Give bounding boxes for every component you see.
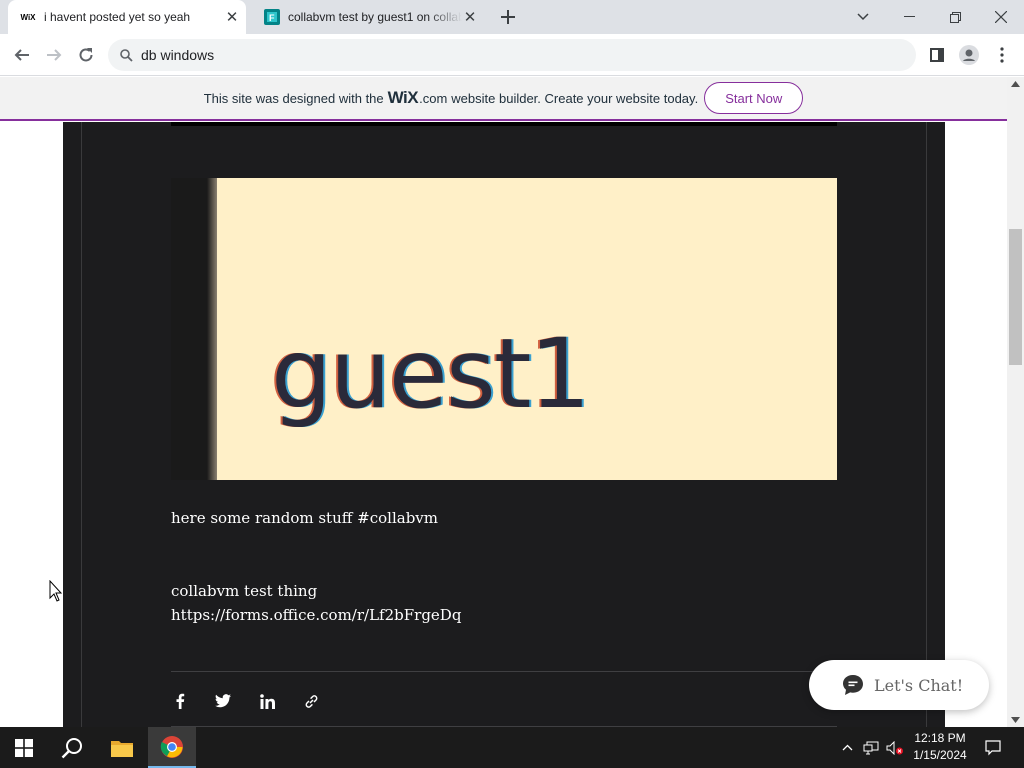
address-bar-text: db windows bbox=[141, 47, 215, 63]
kebab-menu-icon bbox=[1000, 47, 1004, 63]
scroll-up-icon bbox=[1011, 81, 1020, 87]
clock-date: 1/15/2024 bbox=[913, 748, 967, 762]
taskbar-clock[interactable]: 12:18 PM 1/15/2024 bbox=[906, 730, 974, 764]
start-button[interactable] bbox=[0, 727, 48, 768]
reload-icon bbox=[79, 48, 93, 62]
wix-banner-text-before: This site was designed with the bbox=[203, 90, 384, 106]
action-center-button[interactable] bbox=[978, 727, 1008, 768]
twitter-icon[interactable] bbox=[213, 691, 233, 711]
plus-icon bbox=[501, 10, 515, 24]
tab-title: i havent posted yet so yeah bbox=[44, 10, 191, 24]
post-image[interactable]: guest1 bbox=[171, 178, 837, 480]
close-window-button[interactable] bbox=[978, 0, 1024, 34]
reload-button[interactable] bbox=[70, 39, 102, 71]
chat-label: Let's Chat! bbox=[874, 675, 964, 695]
folder-icon bbox=[111, 740, 133, 757]
wix-banner-text-after: website builder. Create your website tod… bbox=[451, 90, 699, 106]
facebook-icon[interactable] bbox=[170, 691, 190, 711]
back-arrow-icon bbox=[14, 49, 29, 61]
windows-logo-icon bbox=[15, 738, 33, 757]
new-tab-button[interactable] bbox=[486, 0, 530, 34]
volume-muted-icon bbox=[886, 740, 903, 755]
back-button[interactable] bbox=[6, 39, 38, 71]
page-scrollbar[interactable] bbox=[1007, 77, 1024, 727]
minimize-icon bbox=[903, 16, 915, 17]
close-icon bbox=[995, 11, 1007, 23]
wix-favicon-icon: WiX bbox=[20, 12, 36, 22]
restore-button[interactable] bbox=[932, 0, 978, 34]
previous-image-edge bbox=[171, 122, 837, 126]
link-icon[interactable] bbox=[301, 691, 321, 711]
file-explorer-button[interactable] bbox=[98, 727, 146, 768]
chat-bubble-icon bbox=[842, 674, 864, 696]
minimize-button[interactable] bbox=[886, 0, 932, 34]
chrome-taskbar-button[interactable] bbox=[148, 727, 196, 768]
windows-taskbar: 12:18 PM 1/15/2024 bbox=[0, 727, 1024, 768]
post-body-line2: collabvm test thing bbox=[171, 582, 318, 600]
forms-favicon-icon: F bbox=[264, 9, 280, 25]
post-image-text: guest1 bbox=[271, 318, 591, 430]
chrome-icon bbox=[160, 735, 183, 758]
scrollbar-thumb[interactable] bbox=[1009, 229, 1022, 365]
forms-favicon-letter: F bbox=[269, 13, 275, 23]
forward-arrow-icon bbox=[47, 49, 62, 61]
tab-strip: WiX i havent posted yet so yeah ✕ F coll… bbox=[0, 0, 1024, 34]
wix-banner: This site was designed with the WiX .com… bbox=[0, 77, 1007, 121]
wix-logo-suffix: .com bbox=[419, 90, 448, 106]
search-icon bbox=[61, 737, 82, 758]
network-status[interactable] bbox=[860, 727, 882, 768]
notifications-icon bbox=[985, 739, 1001, 755]
chevron-down-icon bbox=[857, 13, 869, 21]
tab-close-icon[interactable]: ✕ bbox=[462, 9, 478, 26]
chat-widget[interactable]: Let's Chat! bbox=[809, 660, 989, 710]
volume-status[interactable] bbox=[884, 727, 906, 768]
tab-close-icon[interactable]: ✕ bbox=[224, 9, 240, 26]
start-now-button[interactable]: Start Now bbox=[704, 82, 804, 114]
scroll-down-icon bbox=[1011, 717, 1020, 723]
profile-button[interactable] bbox=[953, 39, 985, 71]
clock-time: 12:18 PM bbox=[914, 731, 966, 745]
address-bar[interactable]: db windows bbox=[108, 39, 916, 71]
chevron-up-icon bbox=[842, 744, 852, 751]
image-dark-strip-fade bbox=[207, 178, 217, 480]
side-panel-button[interactable] bbox=[921, 39, 953, 71]
profile-avatar-icon bbox=[959, 45, 979, 65]
post-link[interactable]: https://forms.office.com/r/Lf2bFrgeDq bbox=[171, 606, 461, 624]
tab-active[interactable]: WiX i havent posted yet so yeah ✕ bbox=[8, 0, 246, 34]
restore-icon bbox=[949, 11, 961, 23]
tab-search-button[interactable] bbox=[840, 0, 886, 34]
wix-logo[interactable]: WiX bbox=[388, 88, 419, 108]
post-divider bbox=[171, 671, 837, 672]
search-icon bbox=[120, 48, 133, 62]
page-content: guest1 here some random stuff #collabvm … bbox=[0, 122, 1007, 727]
side-panel-icon bbox=[930, 48, 944, 62]
linkedin-icon[interactable] bbox=[257, 691, 277, 711]
browser-toolbar: db windows bbox=[0, 34, 1024, 76]
forward-button[interactable] bbox=[38, 39, 70, 71]
network-icon bbox=[863, 741, 879, 754]
show-hidden-icons-button[interactable] bbox=[838, 727, 856, 768]
mouse-cursor-icon bbox=[49, 580, 63, 602]
tab-title: collabvm test by guest1 on collab bbox=[288, 10, 462, 24]
tab-inactive[interactable]: F collabvm test by guest1 on collab ✕ bbox=[252, 0, 484, 34]
menu-button[interactable] bbox=[986, 39, 1018, 71]
post-body-line1: here some random stuff #collabvm bbox=[171, 509, 438, 527]
taskbar-search-button[interactable] bbox=[48, 727, 96, 768]
